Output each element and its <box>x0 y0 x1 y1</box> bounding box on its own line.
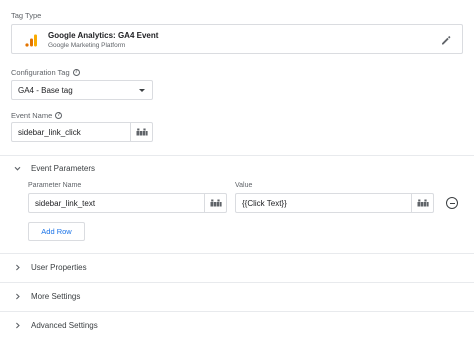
tag-type-label: Tag Type <box>11 11 42 20</box>
divider <box>0 282 474 283</box>
advanced-settings-title: Advanced Settings <box>31 321 98 330</box>
user-properties-toggle[interactable]: User Properties <box>14 263 87 272</box>
parameter-name-input[interactable]: sidebar_link_text <box>28 193 227 213</box>
help-icon[interactable]: ? <box>55 112 63 119</box>
event-name-value: sidebar_link_click <box>18 128 81 137</box>
divider <box>0 155 474 156</box>
divider <box>0 253 474 254</box>
chevron-right-icon <box>16 264 20 271</box>
variable-picker-button[interactable] <box>411 194 433 212</box>
remove-row-icon[interactable] <box>446 197 458 209</box>
event-name-label: Event Name <box>11 111 53 120</box>
value-column-header: Value <box>235 182 253 189</box>
tag-type-card[interactable]: Google Analytics: GA4 Event Google Marke… <box>11 24 463 54</box>
dropdown-caret-icon <box>139 89 145 92</box>
parameter-name-column-header: Parameter Name <box>28 182 82 189</box>
chevron-right-icon <box>16 322 20 329</box>
variable-blocks-icon <box>210 199 222 207</box>
parameter-value-value: {{Click Text}} <box>242 199 287 208</box>
pencil-icon[interactable] <box>440 34 452 46</box>
event-parameters-title: Event Parameters <box>31 164 96 173</box>
event-parameters-toggle[interactable]: Event Parameters <box>14 164 95 173</box>
ga-bars-icon <box>25 34 37 47</box>
divider <box>0 311 474 312</box>
add-row-button[interactable]: Add Row <box>28 222 85 241</box>
more-settings-toggle[interactable]: More Settings <box>14 292 80 301</box>
chevron-down-icon <box>14 166 21 171</box>
configuration-tag-select[interactable]: GA4 - Base tag <box>11 80 153 100</box>
advanced-settings-toggle[interactable]: Advanced Settings <box>14 321 98 330</box>
variable-blocks-icon <box>136 128 148 136</box>
more-settings-title: More Settings <box>31 292 81 301</box>
parameter-value-input[interactable]: {{Click Text}} <box>235 193 434 213</box>
variable-blocks-icon <box>417 199 429 207</box>
event-name-input[interactable]: sidebar_link_click <box>11 122 153 142</box>
configuration-tag-value: GA4 - Base tag <box>18 86 73 95</box>
variable-picker-button[interactable] <box>204 194 226 212</box>
chevron-right-icon <box>16 293 20 300</box>
event-name-label-group: Event Name ? <box>11 111 63 120</box>
user-properties-title: User Properties <box>31 263 87 272</box>
help-icon[interactable]: ? <box>72 69 80 76</box>
variable-picker-button[interactable] <box>130 123 152 141</box>
parameter-name-value: sidebar_link_text <box>35 199 96 208</box>
tag-type-title: Google Analytics: GA4 Event <box>48 31 159 40</box>
tag-type-subtitle: Google Marketing Platform <box>48 42 126 49</box>
configuration-tag-label: Configuration Tag <box>11 68 70 77</box>
configuration-tag-label-group: Configuration Tag ? <box>11 68 80 77</box>
